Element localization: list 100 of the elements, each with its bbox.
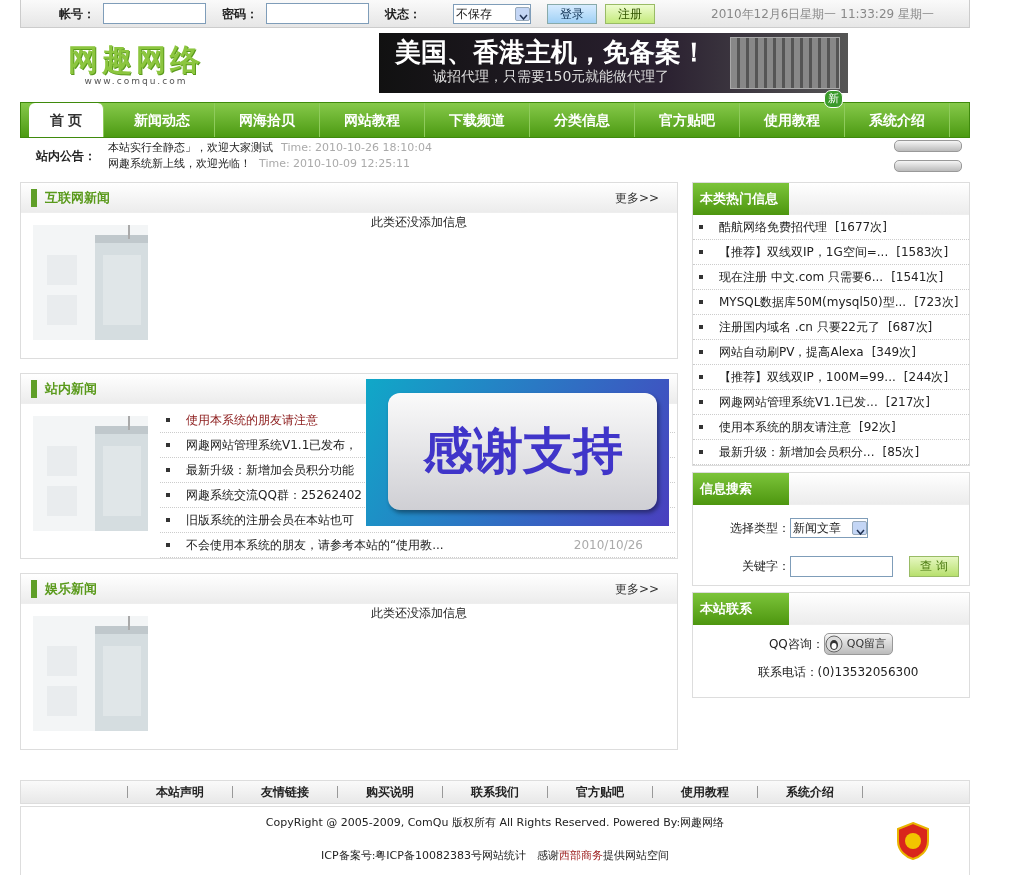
sponsor-link[interactable]: 西部商务 — [558, 848, 603, 862]
announcement-link[interactable]: 网趣系统新上线，欢迎光临！ — [108, 156, 251, 172]
hot-link[interactable]: MYSQL数据库50M(mysql50)型... — [719, 293, 907, 311]
bullet-icon — [166, 543, 170, 547]
more-link[interactable]: 更多>> — [614, 188, 659, 207]
empty-message: 此类还没添加信息 — [370, 606, 467, 620]
server-rack-icon — [730, 37, 840, 89]
qq-message-button[interactable]: QQ留言 — [823, 633, 894, 655]
keyword-field[interactable] — [790, 555, 893, 577]
penguin-icon — [824, 635, 843, 653]
bullet-icon — [699, 425, 703, 429]
footer-link[interactable]: 本站声明 — [128, 783, 232, 801]
footer-link[interactable]: 联系我们 — [443, 783, 547, 801]
section-title: 互联网新闻 — [45, 188, 110, 207]
more-link[interactable]: 更多>> — [614, 579, 659, 598]
bullet-icon — [699, 450, 703, 454]
field-label: 状态： — [385, 5, 421, 23]
banner-ad[interactable]: 美国、香港主机，免备案！ 诚招代理，只需要150元就能做代理了 — [379, 33, 848, 93]
bullet-icon — [166, 493, 170, 497]
hot-link[interactable]: 【推荐】双线双IP，100M=99... — [719, 368, 896, 386]
register-button[interactable]: 注册 — [605, 3, 655, 24]
view-count: [217次] — [885, 394, 931, 411]
footer-link[interactable]: 官方贴吧 — [548, 783, 652, 801]
section-title: 站内新闻 — [45, 379, 97, 398]
bullet-icon — [699, 250, 703, 254]
view-count: [1583次] — [896, 244, 949, 261]
hot-link[interactable]: 使用本系统的朋友请注意 — [719, 418, 851, 436]
view-count: [1541次] — [891, 269, 944, 286]
side-card-title: 信息搜索 — [693, 473, 789, 505]
popup-text: 感谢支持 — [388, 393, 657, 510]
announcement-time: Time: 2010-10-09 12:25:11 — [259, 156, 410, 172]
banner-headline: 美国、香港主机，免备案！ — [395, 38, 707, 67]
icp-text: ICP备案号:粤ICP备10082383号网站统计 感谢西部商务提供网站空间 — [321, 847, 669, 864]
field-label: 联系电话： — [757, 664, 818, 681]
empty-message: 此类还没添加信息 — [370, 215, 467, 229]
hot-link[interactable]: 网趣网站管理系统V1.1已发... — [719, 393, 878, 411]
section-title: 娱乐新闻 — [45, 579, 97, 598]
view-count: [349次] — [871, 344, 916, 361]
popup-ad[interactable]: 感谢支持 — [366, 379, 669, 526]
field-label: 关键字： — [741, 558, 790, 575]
hot-link[interactable]: 酷航网络免费招代理 — [719, 218, 827, 236]
bullet-icon — [166, 468, 170, 472]
view-count: [85次] — [882, 444, 920, 461]
field-label: QQ咨询： — [768, 636, 824, 653]
news-link[interactable]: 不会使用本系统的朋友，请参考本站的“使用教... — [186, 536, 444, 554]
news-link[interactable]: 旧版系统的注册会员在本站也可 — [186, 511, 354, 529]
bullet-icon — [166, 518, 170, 522]
bullet-icon — [699, 350, 703, 354]
bullet-icon — [166, 443, 170, 447]
view-count: [1677次] — [835, 219, 887, 236]
view-count: [687次] — [887, 319, 933, 336]
footer-link[interactable]: 系统介绍 — [758, 783, 862, 801]
section-marker-icon — [31, 579, 37, 598]
login-button[interactable]: 登录 — [547, 3, 597, 24]
news-link[interactable]: 网趣网站管理系统V1.1已发布， — [186, 436, 358, 454]
phone-number: (0)13532056300 — [817, 664, 919, 681]
banner-subline: 诚招代理，只需要150元就能做代理了 — [432, 67, 670, 87]
view-count: [244次] — [903, 369, 949, 386]
field-label: 密码： — [222, 5, 258, 23]
footer-link[interactable]: 购买说明 — [338, 783, 442, 801]
new-badge: 新 — [824, 90, 843, 108]
announcement-link[interactable]: 本站实行全静态」，欢迎大家测试 — [108, 140, 273, 156]
qq-message-icon[interactable] — [894, 140, 962, 152]
logo-url: www.comqu.com — [84, 75, 188, 89]
news-link[interactable]: 网趣系统交流QQ群：25262402 — [186, 486, 362, 504]
search-button[interactable]: 查 询 — [909, 555, 959, 577]
bullet-icon — [699, 375, 703, 379]
bullet-icon — [166, 418, 170, 422]
hot-link[interactable]: 【推荐】双线双IP，1G空间=... — [719, 243, 889, 261]
bullet-icon — [699, 225, 703, 229]
section-marker-icon — [31, 379, 37, 398]
hot-link[interactable]: 最新升级：新增加会员积分... — [719, 443, 875, 461]
bullet-icon — [699, 325, 703, 329]
footer-link[interactable]: 友情链接 — [233, 783, 337, 801]
side-card-title: 本站联系 — [693, 593, 789, 625]
input-field[interactable] — [103, 3, 206, 24]
bullet-icon — [699, 300, 703, 304]
news-date: 2010/10/26 — [573, 537, 644, 554]
news-link[interactable]: 最新升级：新增加会员积分功能 — [186, 461, 354, 479]
announcement-time: Time: 2010-10-26 18:10:04 — [281, 140, 432, 156]
field-label: 选择类型： — [729, 520, 790, 537]
bullet-icon — [699, 275, 703, 279]
status-select[interactable]: 不保存 — [453, 3, 531, 24]
side-card-title: 本类热门信息 — [693, 183, 789, 215]
hot-link[interactable]: 现在注册 中文.com 只需要6... — [719, 268, 884, 286]
date-time: 2010年12月6日星期一 11:33:29 星期一 — [711, 5, 934, 23]
view-count: [723次] — [914, 294, 959, 311]
view-count: [92次] — [859, 419, 896, 436]
hot-link[interactable]: 网站自动刷PV，提高Alexa — [719, 343, 864, 361]
footer-link[interactable]: 使用教程 — [653, 783, 757, 801]
type-select[interactable]: 新闻文章 — [790, 518, 868, 538]
qq-message-icon[interactable] — [894, 160, 962, 172]
input-field[interactable] — [266, 3, 369, 24]
section-marker-icon — [31, 188, 37, 207]
news-link[interactable]: 使用本系统的朋友请注意 — [186, 411, 318, 429]
copyright-text: CopyRight @ 2005-2009, ComQu 版权所有 All Rights Reserved. Powered By:网趣网络 — [265, 815, 725, 831]
field-label: 帐号： — [59, 5, 95, 23]
nav-tab[interactable]: 首 页 — [29, 103, 104, 137]
bullet-icon — [699, 400, 703, 404]
hot-link[interactable]: 注册国内域名 .cn 只要22元了 — [719, 318, 880, 336]
